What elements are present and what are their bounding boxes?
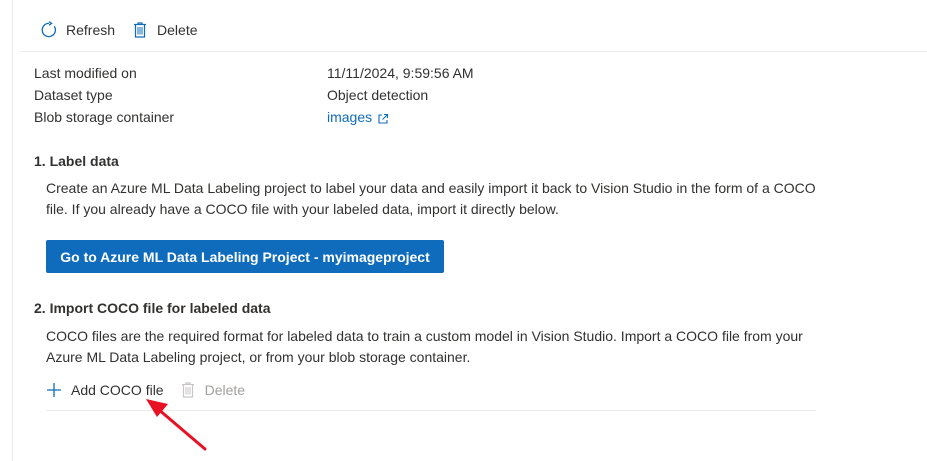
command-bar: Refresh Delete	[40, 19, 198, 41]
refresh-icon	[40, 21, 58, 39]
coco-command-bar: Add COCO file Delete	[46, 379, 245, 401]
delete-coco-file-label: Delete	[204, 382, 246, 398]
plus-icon	[46, 382, 62, 398]
property-label: Dataset type	[34, 87, 113, 103]
left-divider	[12, 0, 13, 461]
add-coco-file-label: Add COCO file	[71, 382, 164, 398]
blob-container-link[interactable]: images	[327, 107, 389, 127]
refresh-button[interactable]: Refresh	[40, 21, 115, 39]
delete-label: Delete	[157, 22, 198, 38]
property-label: Blob storage container	[34, 109, 175, 125]
property-value-container: images	[327, 107, 389, 127]
blob-container-link-label: images	[327, 109, 373, 125]
label-data-description: Create an Azure ML Data Labeling project…	[46, 180, 816, 217]
delete-coco-file-button[interactable]: Delete	[180, 381, 245, 399]
property-value: 11/11/2024, 9:59:56 AM	[327, 65, 474, 81]
external-link-icon	[377, 110, 389, 125]
trash-icon	[180, 381, 196, 399]
trash-icon	[131, 21, 149, 39]
import-coco-title: 2. Import COCO file for labeled data	[34, 300, 271, 316]
go-to-labeling-project-button[interactable]: Go to Azure ML Data Labeling Project - m…	[46, 240, 444, 273]
label-data-title: 1. Label data	[34, 153, 119, 169]
import-coco-description: COCO files are the required format for l…	[46, 328, 803, 365]
add-coco-file-button[interactable]: Add COCO file	[46, 382, 164, 398]
refresh-label: Refresh	[66, 22, 116, 38]
toolbar-divider	[20, 51, 927, 52]
go-to-labeling-project-label: Go to Azure ML Data Labeling Project - m…	[60, 248, 430, 265]
dataset-details-page: Refresh Delete Last modified on 11/11/20…	[0, 0, 927, 461]
property-label: Last modified on	[34, 65, 137, 81]
property-value: Object detection	[327, 87, 429, 103]
delete-button[interactable]: Delete	[131, 21, 198, 39]
coco-list-divider	[46, 410, 816, 411]
